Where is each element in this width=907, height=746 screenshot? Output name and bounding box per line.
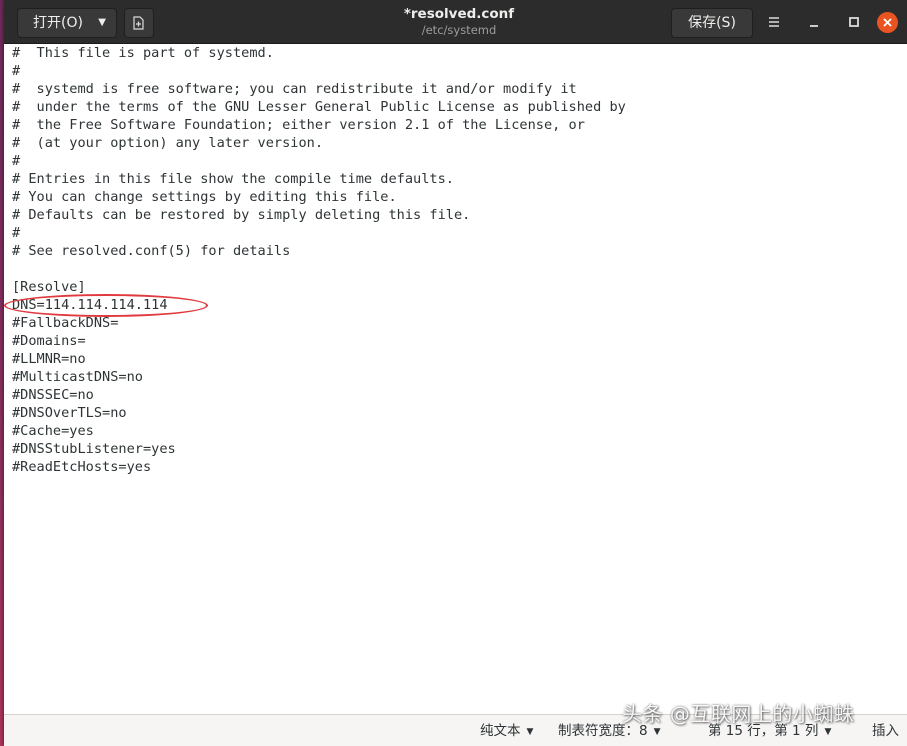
code-line[interactable]: # (at your option) any later version. xyxy=(12,134,892,152)
header-bar: 打开(O) ▼ *resolved.conf /etc/systemd 保存(S… xyxy=(4,0,907,44)
code-line[interactable]: # Entries in this file show the compile … xyxy=(12,170,892,188)
document-path: /etc/systemd xyxy=(421,23,497,37)
code-view[interactable]: # This file is part of systemd. # # system… xyxy=(12,44,892,476)
language-label: 纯文本 xyxy=(480,723,521,739)
code-line[interactable]: #DNSOverTLS=no xyxy=(12,404,892,422)
close-icon[interactable] xyxy=(877,12,898,33)
code-line[interactable]: # xyxy=(12,62,892,80)
code-line[interactable]: # systemd is free software; you can redi… xyxy=(12,80,892,98)
insert-mode-indicator: 插入 xyxy=(872,723,899,739)
caret-down-icon: ▼ xyxy=(526,727,534,737)
document-title: *resolved.conf xyxy=(403,6,515,22)
caret-down-icon: ▼ xyxy=(653,727,661,737)
caret-down-icon: ▼ xyxy=(824,727,832,737)
new-document-button[interactable] xyxy=(124,8,154,38)
code-line[interactable]: #DNSSEC=no xyxy=(12,386,892,404)
code-line[interactable]: #LLMNR=no xyxy=(12,350,892,368)
code-line[interactable]: [Resolve] xyxy=(12,278,892,296)
minimize-icon[interactable] xyxy=(804,12,824,32)
open-button-label: 打开(O) xyxy=(33,15,83,31)
code-line[interactable]: # the Free Software Foundation; either v… xyxy=(12,116,892,134)
watermark-text: 头条 @互联网上的小蜘蛛 xyxy=(622,702,855,726)
code-line[interactable]: #Cache=yes xyxy=(12,422,892,440)
code-line[interactable]: #MulticastDNS=no xyxy=(12,368,892,386)
new-document-icon xyxy=(133,16,144,30)
code-line[interactable]: # See resolved.conf(5) for details xyxy=(12,242,892,260)
hamburger-menu-icon[interactable] xyxy=(764,12,784,32)
code-line[interactable]: #ReadEtcHosts=yes xyxy=(12,458,892,476)
code-line[interactable]: # under the terms of the GNU Lesser Gene… xyxy=(12,98,892,116)
language-selector[interactable]: 纯文本 ▼ xyxy=(480,722,533,742)
text-editor[interactable]: # This file is part of systemd. # # system… xyxy=(4,44,907,714)
gedit-window: 打开(O) ▼ *resolved.conf /etc/systemd 保存(S… xyxy=(4,0,907,746)
save-button[interactable]: 保存(S) xyxy=(671,8,753,38)
window-title-area: *resolved.conf /etc/systemd xyxy=(304,6,614,38)
chevron-down-icon: ▼ xyxy=(98,17,106,28)
dns-highlight-circle xyxy=(4,294,208,317)
code-line[interactable] xyxy=(12,260,892,278)
code-line[interactable]: #Domains= xyxy=(12,332,892,350)
code-line[interactable]: # Defaults can be restored by simply del… xyxy=(12,206,892,224)
code-line[interactable]: #FallbackDNS= xyxy=(12,314,892,332)
maximize-icon[interactable] xyxy=(844,12,864,32)
open-button[interactable]: 打开(O) ▼ xyxy=(17,8,117,38)
code-line[interactable]: # xyxy=(12,152,892,170)
code-line[interactable]: #DNSStubListener=yes xyxy=(12,440,892,458)
code-line[interactable]: # You can change settings by editing thi… xyxy=(12,188,892,206)
code-line[interactable]: # xyxy=(12,224,892,242)
code-line[interactable]: # This file is part of systemd. xyxy=(12,44,892,62)
